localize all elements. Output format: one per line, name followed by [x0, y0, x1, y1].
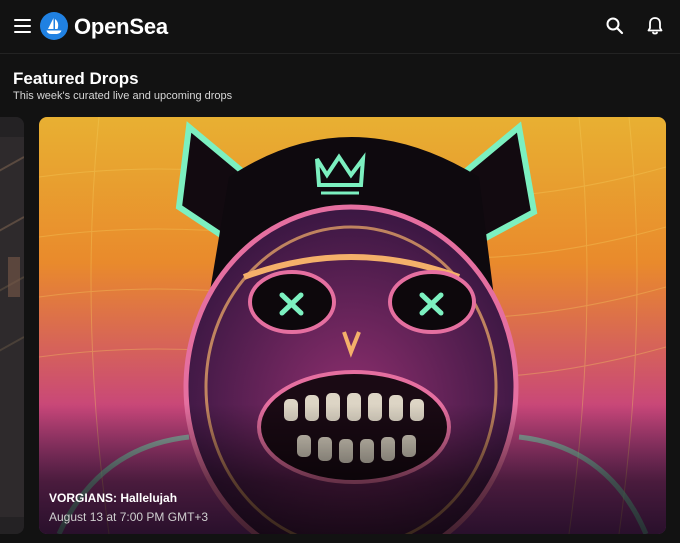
bell-icon[interactable]	[644, 15, 666, 37]
featured-drops-subtitle: This week's curated live and upcoming dr…	[13, 90, 233, 102]
brand-name[interactable]: OpenSea	[74, 14, 168, 40]
drop-date: August 13 at 7:00 PM GMT+3	[49, 510, 209, 524]
featured-drop-card[interactable]: VORGIANS: Hallelujah August 13 at 7:00 P…	[39, 117, 666, 534]
opensea-logo-icon[interactable]	[40, 12, 68, 40]
hamburger-menu-icon[interactable]	[13, 17, 33, 35]
previous-drop-artwork	[0, 117, 24, 534]
previous-drop-card[interactable]	[0, 117, 24, 534]
featured-drops-title: Featured Drops	[13, 69, 139, 88]
search-icon[interactable]	[604, 15, 626, 37]
drop-name[interactable]: VORGIANS: Hallelujah	[49, 491, 177, 505]
top-navigation-bar: OpenSea	[0, 0, 680, 54]
